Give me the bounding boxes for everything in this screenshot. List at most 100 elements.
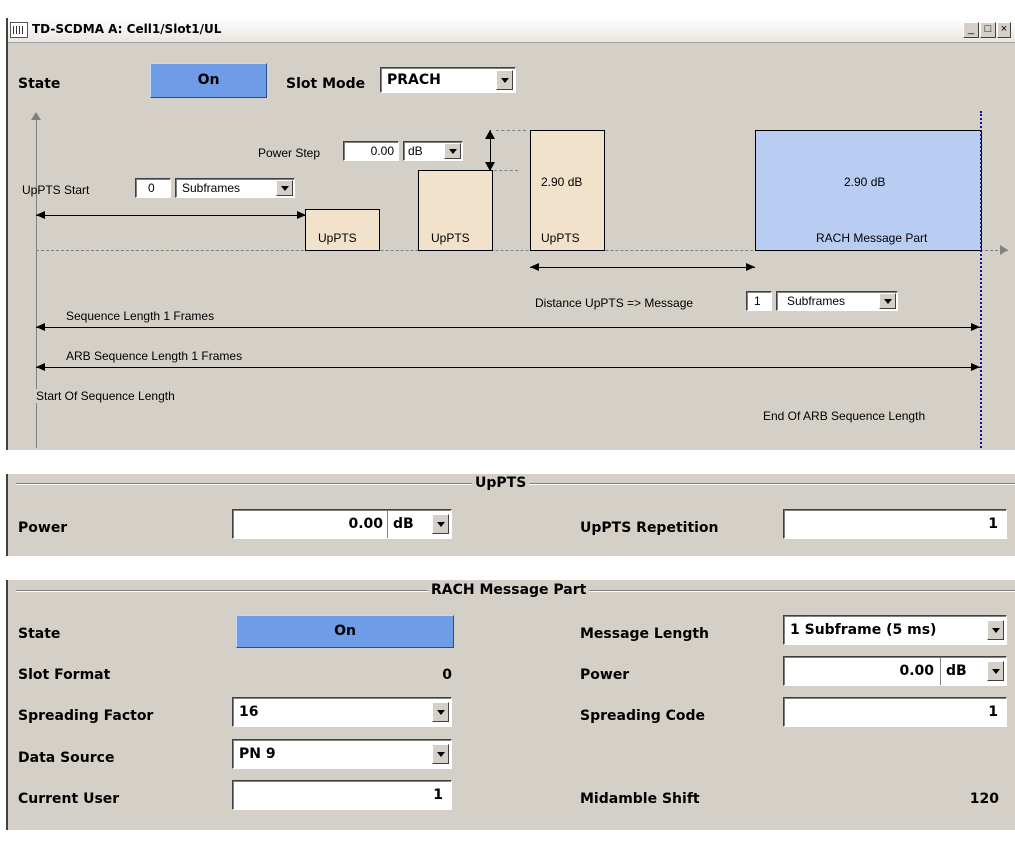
slot-format-label: Slot Format: [18, 667, 111, 683]
rach-panel-left-edge: [6, 580, 8, 830]
midamble-shift-label: Midamble Shift: [580, 791, 700, 807]
window-app-icon: [10, 22, 28, 38]
spreading-factor-label: Spreading Factor: [18, 708, 154, 724]
upts-start-input[interactable]: 0: [135, 178, 171, 198]
slot-mode-label: Slot Mode: [286, 76, 366, 92]
power-step-input[interactable]: 0.00: [343, 141, 399, 161]
field-divider: [387, 510, 388, 538]
end-marker-line: [980, 111, 982, 448]
upts-box-1: UpPTS: [305, 209, 380, 251]
distance-input[interactable]: 1: [746, 291, 772, 311]
upts-box-3: 2.90 dB UpPTS: [530, 130, 605, 251]
start-of-sequence-label: Start Of Sequence Length: [36, 389, 175, 403]
rach-panel: RACH Message Part State On Slot Format 0…: [8, 580, 1015, 830]
distance-label: Distance UpPTS => Message: [535, 296, 694, 310]
state-toggle-button[interactable]: On: [150, 63, 267, 98]
upts-start-value: 0: [148, 181, 155, 195]
upts-box-3-value: 2.90 dB: [541, 175, 583, 189]
chevron-down-icon[interactable]: [432, 744, 449, 764]
rach-panel-title: RACH Message Part: [428, 582, 590, 598]
rach-state-label: State: [18, 626, 61, 642]
chevron-down-icon[interactable]: [432, 702, 449, 722]
window-left-edge: [6, 18, 8, 450]
upts-panel-title: UpPTS: [472, 475, 530, 491]
upts-box-2: UpPTS: [418, 170, 493, 251]
message-length-label: Message Length: [580, 626, 709, 642]
midamble-shift-value: 120: [969, 791, 999, 807]
upts-panel-left-edge: [6, 474, 8, 556]
slot-mode-select[interactable]: PRACH: [380, 67, 516, 93]
arb-sequence-length-arrow: [36, 363, 980, 371]
rach-power-label: Power: [580, 667, 630, 683]
arrow-right-icon: [1000, 245, 1008, 255]
rach-box-value: 2.90 dB: [844, 175, 886, 189]
data-source-value: PN 9: [239, 746, 276, 762]
data-source-select[interactable]: PN 9: [232, 739, 452, 769]
chevron-down-icon[interactable]: [987, 661, 1004, 681]
upts-repetition-label: UpPTS Repetition: [580, 520, 719, 536]
upts-start-unit-value: Subframes: [182, 181, 241, 195]
spreading-factor-select[interactable]: 16: [232, 697, 452, 727]
current-user-label: Current User: [18, 791, 120, 807]
upts-box-3-label: UpPTS: [541, 231, 580, 245]
maximize-button[interactable]: □: [980, 22, 996, 38]
chevron-down-icon[interactable]: [432, 514, 449, 534]
sequence-length-label: Sequence Length 1 Frames: [66, 309, 215, 323]
chevron-down-icon[interactable]: [496, 70, 513, 90]
upts-box-2-label: UpPTS: [431, 231, 470, 245]
power-step-label: Power Step: [258, 146, 321, 160]
spreading-code-value: 1: [988, 704, 998, 720]
field-divider: [940, 657, 941, 685]
power-step-unit-value: dB: [408, 144, 423, 158]
current-user-input[interactable]: 1: [232, 780, 452, 810]
upts-start-span-arrow: [36, 211, 306, 219]
upts-repetition-value: 1: [988, 516, 998, 532]
rach-power-field[interactable]: 0.00 dB: [783, 656, 1007, 686]
distance-unit-value: Subframes: [787, 294, 846, 308]
current-user-value: 1: [433, 787, 443, 803]
distance-span-arrow: [530, 263, 755, 271]
rach-power-unit: dB: [946, 663, 967, 679]
distance-unit-select[interactable]: Subframes: [776, 291, 898, 311]
power-step-value: 0.00: [370, 144, 394, 158]
upts-power-value: 0.00: [348, 516, 383, 532]
upts-start-unit-select[interactable]: Subframes: [175, 178, 295, 198]
arrow-up-icon: [485, 130, 495, 139]
end-of-arb-sequence-label: End Of ARB Sequence Length: [763, 409, 926, 423]
chevron-down-icon[interactable]: [444, 143, 461, 159]
title-bar: TD-SCDMA A: Cell1/Slot1/UL _ □ ×: [8, 18, 1015, 43]
arrow-up-icon: [31, 112, 41, 120]
rach-message-box: 2.90 dB RACH Message Part: [755, 130, 982, 251]
level-guide-top: [496, 130, 526, 131]
timing-window: TD-SCDMA A: Cell1/Slot1/UL _ □ × State O…: [8, 18, 1015, 450]
upts-box-1-label: UpPTS: [318, 231, 357, 245]
upts-power-label: Power: [18, 520, 68, 536]
upts-start-label: UpPTS Start: [22, 183, 90, 197]
spreading-factor-value: 16: [239, 704, 259, 720]
message-length-value: 1 Subframe (5 ms): [790, 622, 937, 638]
rach-state-toggle-button[interactable]: On: [236, 615, 454, 648]
distance-value: 1: [754, 294, 761, 308]
upts-power-field[interactable]: 0.00 dB: [232, 509, 452, 539]
arb-sequence-length-label: ARB Sequence Length 1 Frames: [66, 349, 243, 363]
close-button[interactable]: ×: [997, 22, 1011, 38]
window-title: TD-SCDMA A: Cell1/Slot1/UL: [32, 22, 222, 36]
slot-mode-value: PRACH: [387, 72, 441, 88]
spreading-code-label: Spreading Code: [580, 708, 706, 724]
slot-format-value: 0: [442, 667, 452, 683]
rach-power-value: 0.00: [899, 663, 934, 679]
chevron-down-icon[interactable]: [987, 620, 1004, 640]
power-step-unit-select[interactable]: dB: [403, 141, 463, 161]
upts-panel: UpPTS Power 0.00 dB UpPTS Repetition 1: [8, 474, 1015, 556]
sequence-length-arrow: [36, 323, 980, 331]
rach-box-label: RACH Message Part: [816, 231, 928, 245]
chevron-down-icon[interactable]: [879, 293, 896, 309]
message-length-select[interactable]: 1 Subframe (5 ms): [783, 615, 1007, 645]
upts-power-unit: dB: [393, 516, 414, 532]
minimize-button[interactable]: _: [963, 22, 979, 38]
spreading-code-input[interactable]: 1: [783, 697, 1007, 727]
upts-repetition-input[interactable]: 1: [783, 509, 1007, 539]
data-source-label: Data Source: [18, 750, 115, 766]
chevron-down-icon[interactable]: [276, 180, 293, 196]
state-label: State: [18, 76, 61, 92]
